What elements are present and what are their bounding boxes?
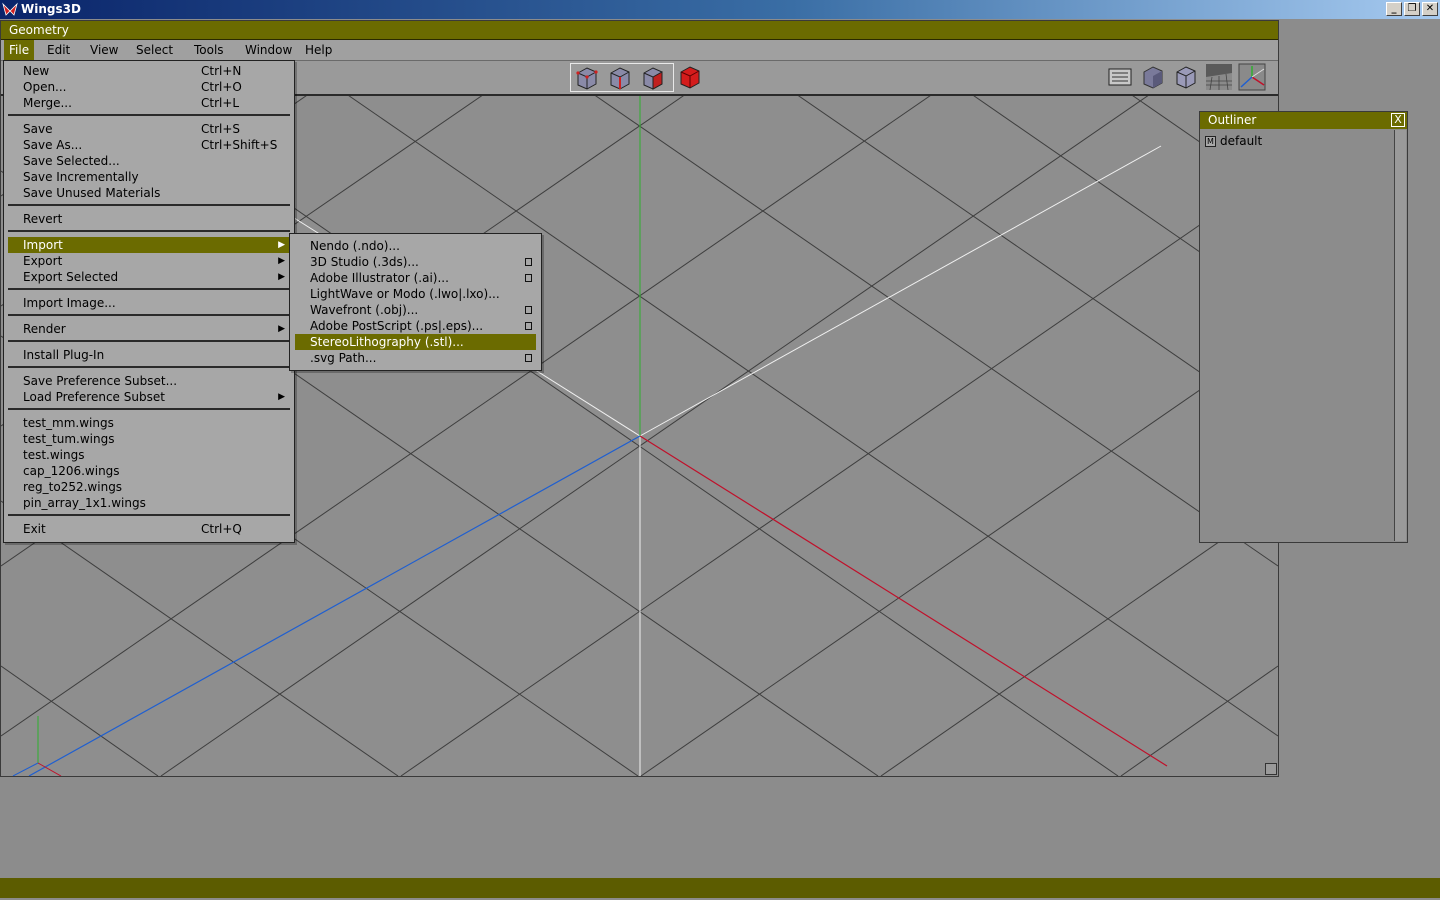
import-item-nendo[interactable]: Nendo (.ndo)... [295,238,536,254]
minimize-button[interactable]: _ [1386,2,1402,16]
vertex-select-icon[interactable] [573,64,601,92]
body-select-icon[interactable] [676,63,704,91]
menu-select[interactable]: Select [131,40,178,60]
menu-item-save-preference-subset[interactable]: Save Preference Subset... [8,373,290,389]
menu-item-save-as[interactable]: Save As... Ctrl+Shift+S [8,137,290,153]
import-item-stl[interactable]: StereoLithography (.stl)... [295,334,536,350]
edge-select-icon[interactable] [606,64,634,92]
recent-file-item[interactable]: test.wings [8,447,290,463]
menu-item-load-preference-subset[interactable]: Load Preference Subset ▶ [8,389,290,405]
menu-view[interactable]: View [85,40,123,60]
menu-separator [8,114,290,116]
outliner-title: Outliner [1208,113,1257,127]
outliner-item[interactable]: M default [1205,134,1262,148]
menu-tools[interactable]: Tools [189,40,229,60]
face-select-icon[interactable] [639,64,667,92]
menubar: File Edit View Select Tools Window Help [1,40,1278,61]
menu-separator [8,314,290,316]
menu-item-save-unused-materials[interactable]: Save Unused Materials [8,185,290,201]
menu-item-save-incrementally[interactable]: Save Incrementally [8,169,290,185]
menu-separator [8,288,290,290]
menu-item-export-selected[interactable]: Export Selected ▶ [8,269,290,285]
submenu-arrow-icon: ▶ [278,392,285,402]
close-button[interactable]: ✕ [1422,2,1438,16]
menu-separator [8,230,290,232]
menu-item-render[interactable]: Render ▶ [8,321,290,337]
recent-file-item[interactable]: reg_to252.wings [8,479,290,495]
restore-button[interactable]: ❐ [1404,2,1420,16]
flat-shading-icon[interactable] [1172,63,1200,91]
menu-item-merge[interactable]: Merge... Ctrl+L [8,95,290,111]
menu-separator [8,408,290,410]
import-submenu: Nendo (.ndo)... 3D Studio (.3ds)... Adob… [289,233,542,371]
toggle-info-icon[interactable] [1106,63,1134,91]
body-select-group [676,63,704,92]
geometry-window-title: Geometry [1,21,1278,40]
submenu-arrow-icon: ▶ [278,240,285,250]
view-buttons-group [1106,63,1266,92]
options-box-icon[interactable] [525,322,532,330]
outliner-item-label: default [1220,134,1263,148]
menu-separator [8,204,290,206]
recent-file-item[interactable]: pin_array_1x1.wings [8,495,290,511]
submenu-arrow-icon: ▶ [278,324,285,334]
submenu-arrow-icon: ▶ [278,272,285,282]
material-icon: M [1205,135,1216,147]
options-box-icon[interactable] [525,354,532,362]
menu-help[interactable]: Help [300,40,337,60]
import-item-svg[interactable]: .svg Path... [295,350,536,366]
menu-item-save[interactable]: Save Ctrl+S [8,121,290,137]
options-box-icon[interactable] [525,274,532,282]
outliner-list: M default [1201,130,1394,541]
outliner-close-icon[interactable]: X [1391,113,1405,127]
axes-icon[interactable] [1238,63,1266,91]
options-box-icon[interactable] [525,306,532,314]
outliner-scrollbar[interactable] [1394,130,1406,541]
resize-grip[interactable] [1265,763,1277,775]
os-title-bar: Wings3D _ ❐ ✕ [0,0,1440,19]
smooth-shading-icon[interactable] [1139,63,1167,91]
menu-separator [8,366,290,368]
menu-item-import[interactable]: Import ▶ [8,237,290,253]
import-item-obj[interactable]: Wavefront (.obj)... [295,302,536,318]
menu-item-import-image[interactable]: Import Image... [8,295,290,311]
selection-mode-group [570,63,674,92]
recent-file-item[interactable]: test_tum.wings [8,431,290,447]
import-item-lwo[interactable]: LightWave or Modo (.lwo|.lxo)... [295,286,536,302]
ground-plane-icon[interactable] [1205,63,1233,91]
outliner-title-bar: Outliner X [1200,112,1407,129]
menu-file[interactable]: File [4,40,35,60]
status-bar [0,878,1440,898]
menu-window[interactable]: Window [240,40,297,60]
menu-separator [8,340,290,342]
menu-item-save-selected[interactable]: Save Selected... [8,153,290,169]
menu-item-revert[interactable]: Revert [8,211,290,227]
wings3d-logo-icon [2,2,18,16]
options-box-icon[interactable] [525,258,532,266]
menu-item-export[interactable]: Export ▶ [8,253,290,269]
menu-edit[interactable]: Edit [42,40,75,60]
menu-item-exit[interactable]: Exit Ctrl+Q [8,521,290,537]
app-title: Wings3D [21,2,81,16]
recent-file-item[interactable]: test_mm.wings [8,415,290,431]
import-item-ai[interactable]: Adobe Illustrator (.ai)... [295,270,536,286]
menu-item-new[interactable]: New Ctrl+N [8,63,290,79]
menu-item-open[interactable]: Open... Ctrl+O [8,79,290,95]
import-item-ps[interactable]: Adobe PostScript (.ps|.eps)... [295,318,536,334]
import-item-3ds[interactable]: 3D Studio (.3ds)... [295,254,536,270]
file-menu: New Ctrl+N Open... Ctrl+O Merge... Ctrl+L S… [3,60,295,543]
outliner-panel: Outliner X M default [1199,111,1408,543]
submenu-arrow-icon: ▶ [278,256,285,266]
menu-separator [8,514,290,516]
recent-file-item[interactable]: cap_1206.wings [8,463,290,479]
menu-item-install-plugin[interactable]: Install Plug-In [8,347,290,363]
